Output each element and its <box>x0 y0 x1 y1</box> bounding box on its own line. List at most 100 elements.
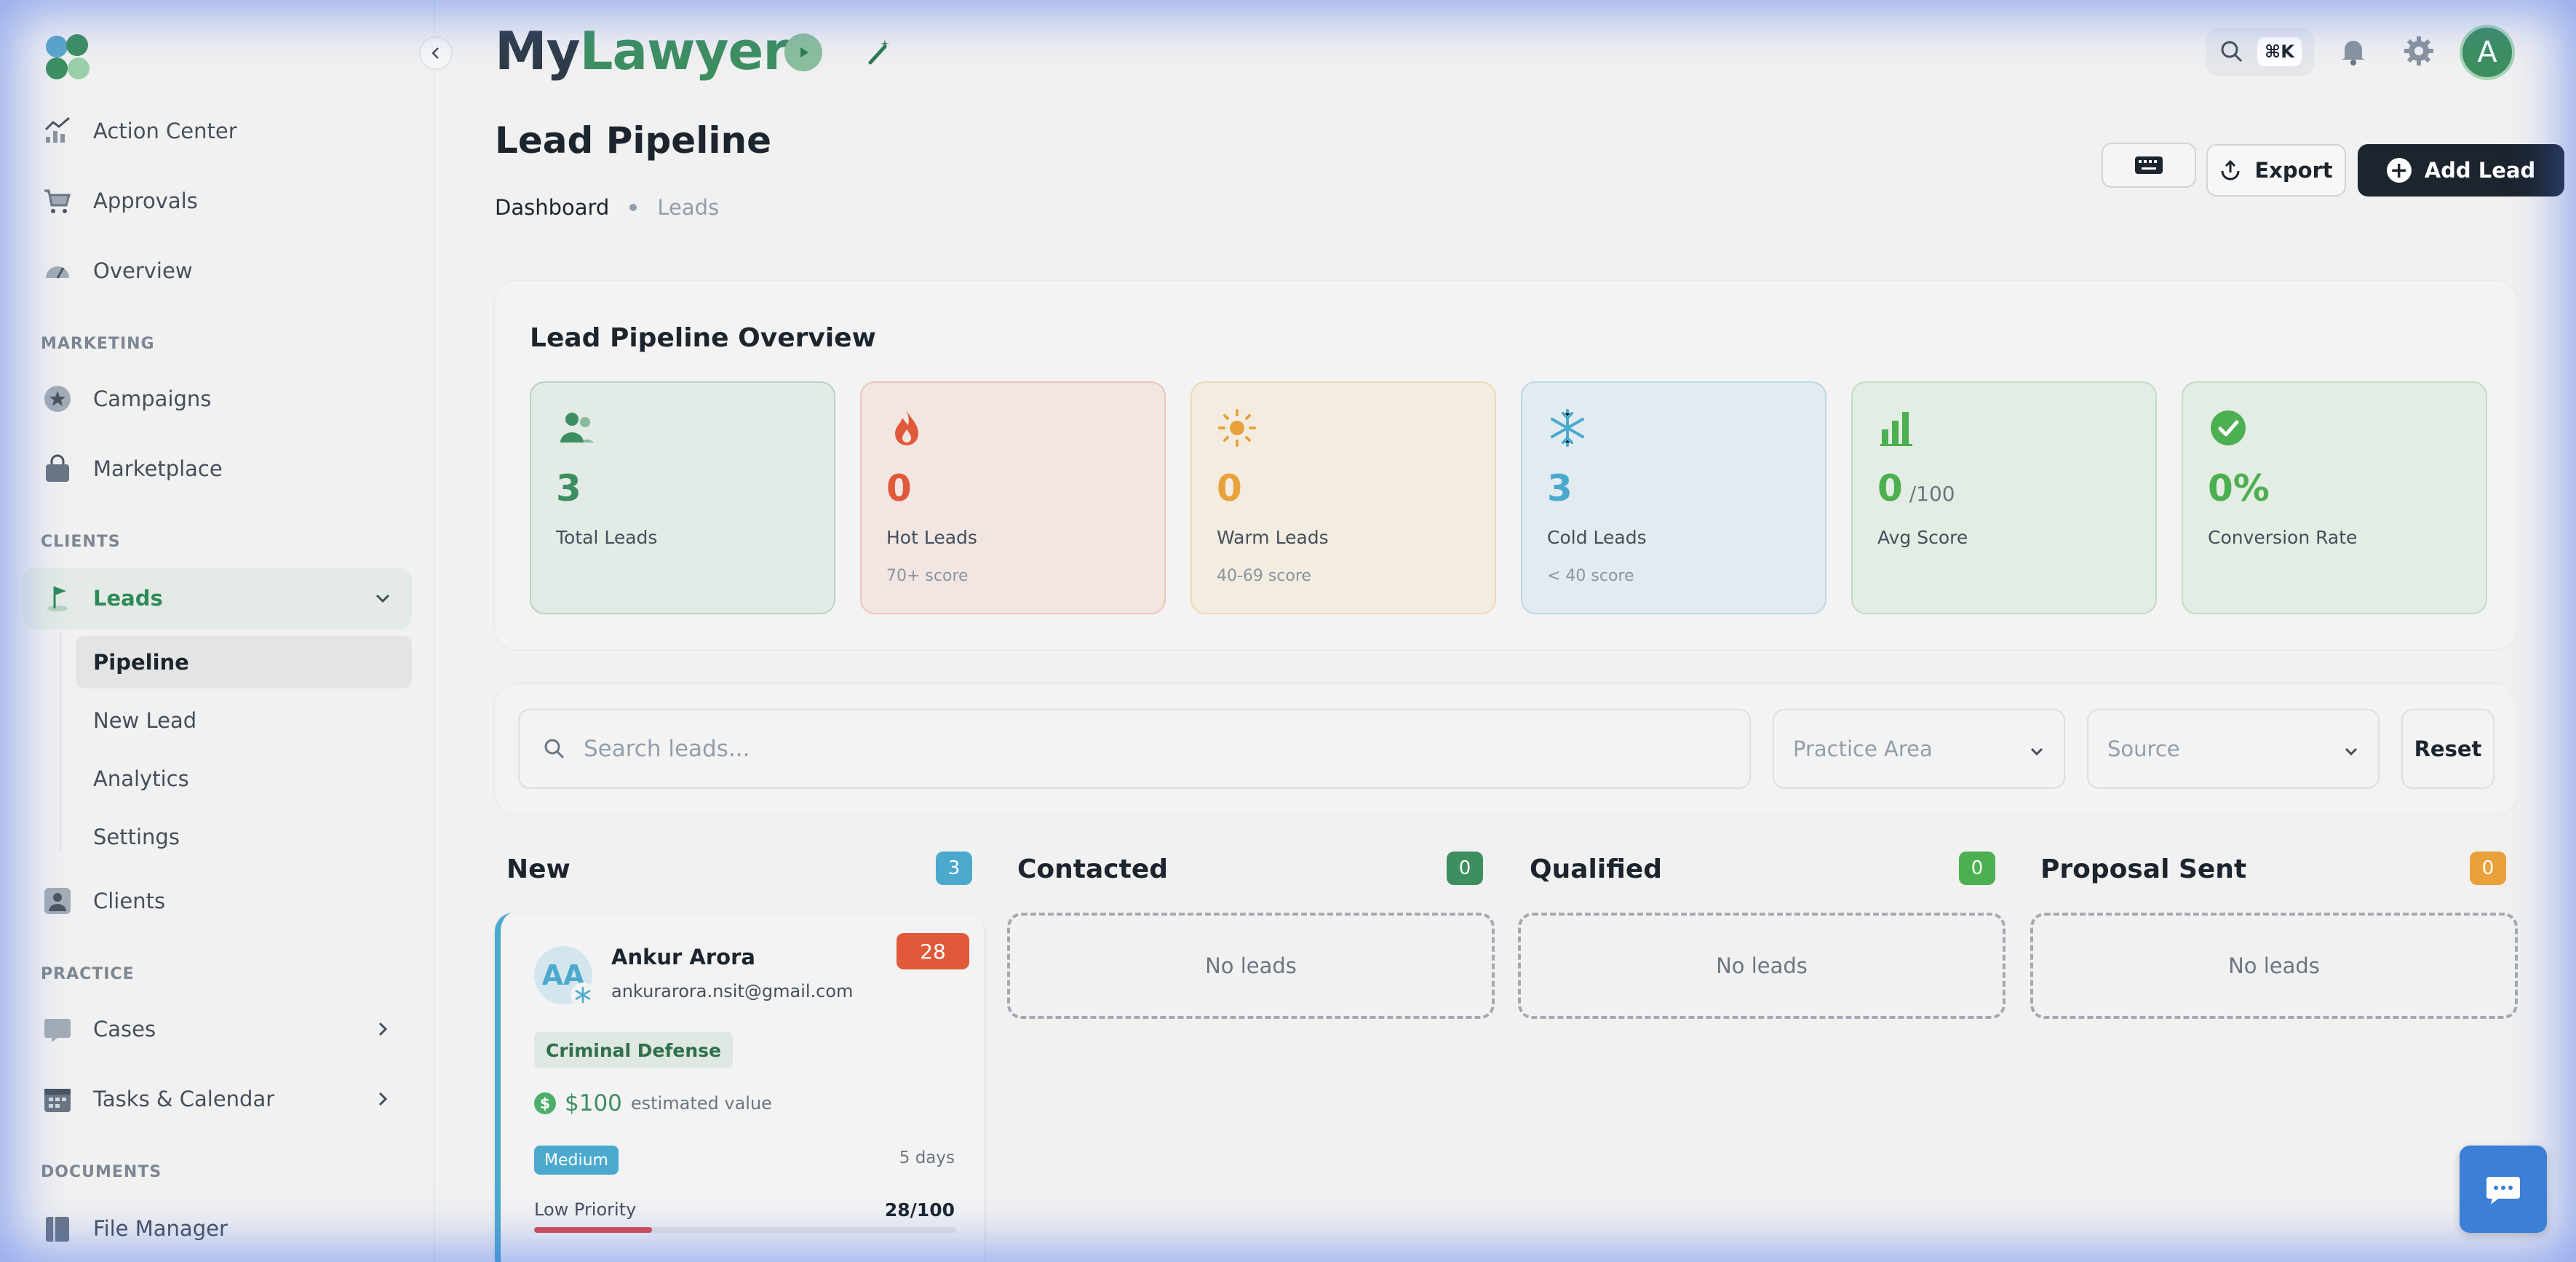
sidebar-item-file-manager[interactable]: File Manager <box>23 1198 412 1259</box>
keyboard-icon <box>2135 156 2163 174</box>
empty-column-contacted: No leads <box>1007 913 1495 1019</box>
lead-score-badge: 28 <box>897 933 969 969</box>
sidebar-item-label: Marketplace <box>93 456 223 481</box>
gear-icon[interactable] <box>2403 35 2435 67</box>
priority-progress-bar <box>534 1227 956 1233</box>
bag-icon <box>41 452 74 485</box>
chevron-right-icon[interactable] <box>370 1086 396 1112</box>
user-avatar[interactable]: A <box>2460 25 2515 80</box>
section-label-documents: DOCUMENTS <box>41 1163 162 1181</box>
chat-button[interactable] <box>2460 1146 2547 1233</box>
stat-value-number: 0% <box>2208 467 2270 509</box>
stat-card-cold-leads: 3 Cold Leads < 40 score <box>1521 381 1826 614</box>
sidebar-item-marketplace[interactable]: Marketplace <box>23 438 412 499</box>
sidebar-item-label: Tasks & Calendar <box>93 1087 275 1111</box>
plus-icon: + <box>2386 158 2412 183</box>
search-input[interactable]: Search leads... <box>518 709 1751 789</box>
lead-avatar: AA <box>534 946 595 1007</box>
sidebar-item-overview[interactable]: Overview <box>23 240 412 301</box>
collapse-sidebar-button[interactable] <box>419 36 453 70</box>
cart-icon <box>41 184 74 218</box>
check-icon <box>2208 408 2461 451</box>
sidebar-item-label: Action Center <box>93 119 237 143</box>
breadcrumb-dashboard[interactable]: Dashboard <box>495 195 609 220</box>
stat-value-number: 3 <box>1547 467 1573 509</box>
practice-area-select[interactable]: Practice Area <box>1773 709 2065 789</box>
stat-sublabel: < 40 score <box>1547 567 1634 585</box>
sidebar-item-cases[interactable]: Cases <box>23 999 412 1060</box>
column-header-new: New 3 <box>506 847 972 891</box>
sidebar-subitem-analytics[interactable]: Analytics <box>76 753 412 805</box>
brand-title: MyLawyer <box>495 20 789 82</box>
sidebar-item-leads[interactable]: Leads <box>23 568 412 629</box>
add-lead-button[interactable]: + Add Lead <box>2358 144 2564 197</box>
chevron-right-icon[interactable] <box>370 1016 396 1042</box>
source-select[interactable]: Source <box>2087 709 2380 789</box>
pipeline-overview-card: Lead Pipeline Overview 3 Total Leads 0 Hot … <box>495 281 2518 649</box>
sidebar-item-approvals[interactable]: Approvals <box>23 170 412 231</box>
search-placeholder: Search leads... <box>584 736 750 762</box>
stat-card-conversion-rate: 0% Conversion Rate <box>2182 381 2487 614</box>
sidebar-subitem-pipeline[interactable]: Pipeline <box>76 636 412 688</box>
global-search-button[interactable]: ⌘K <box>2206 28 2314 76</box>
priority-progress-fill <box>534 1227 653 1233</box>
sidebar-subitem-new-lead[interactable]: New Lead <box>76 694 412 747</box>
column-header-contacted: Contacted 0 <box>1017 847 1483 891</box>
stat-value-suffix: /100 <box>1902 482 1955 506</box>
stat-value-number: 0 <box>1217 467 1242 509</box>
column-title: Qualified <box>1530 854 1663 884</box>
sidebar-item-label: Leads <box>93 586 163 611</box>
sidebar-item-label: Campaigns <box>93 386 212 411</box>
export-button[interactable]: Export <box>2206 144 2346 197</box>
stat-value: 3 <box>1547 467 1800 509</box>
chevron-down-icon[interactable] <box>370 585 396 611</box>
column-count-badge: 3 <box>936 852 972 885</box>
reset-button[interactable]: Reset <box>2401 709 2494 789</box>
stat-sublabel: 70+ score <box>886 567 969 585</box>
sidebar-item-tasks-calendar[interactable]: Tasks & Calendar <box>23 1068 412 1130</box>
sidebar-item-label: Approvals <box>93 188 198 213</box>
practice-area-tag: Criminal Defense <box>534 1032 733 1068</box>
app-logo-icon[interactable] <box>41 31 96 86</box>
sun-icon <box>1217 408 1470 451</box>
file-icon <box>41 1212 74 1245</box>
chevron-down-icon <box>2030 747 2043 756</box>
bell-icon[interactable] <box>2337 35 2369 67</box>
chat-bubble-icon <box>2486 1177 2520 1205</box>
submenu-guide-line <box>60 633 61 852</box>
export-label: Export <box>2254 158 2333 183</box>
sidebar-item-clients[interactable]: Clients <box>23 870 412 932</box>
brand-lawyer: Lawyer <box>579 20 789 82</box>
sidebar-item-campaigns[interactable]: Campaigns <box>23 368 412 429</box>
sidebar-item-action-center[interactable]: Action Center <box>23 100 412 162</box>
section-label-clients: CLIENTS <box>41 533 121 551</box>
estimated-value-amount: $100 <box>565 1090 622 1116</box>
contact-icon <box>41 884 74 918</box>
stat-label: Conversion Rate <box>2208 527 2358 548</box>
empty-column-qualified: No leads <box>1518 913 2005 1019</box>
section-label-practice: PRACTICE <box>41 965 135 983</box>
export-icon <box>2221 159 2240 180</box>
stat-sublabel: 40-69 score <box>1217 567 1312 585</box>
breadcrumb-leads: Leads <box>657 195 720 220</box>
folder-icon <box>41 1012 74 1046</box>
lead-name: Ankur Arora <box>611 945 755 969</box>
users-icon <box>556 408 809 451</box>
sidebar-item-label: Clients <box>93 889 166 913</box>
magic-wand-icon[interactable] <box>863 36 895 68</box>
stat-value: 3 <box>556 467 809 509</box>
play-button[interactable] <box>784 33 822 71</box>
keyboard-shortcuts-button[interactable] <box>2102 143 2196 188</box>
breadcrumb: Dashboard Leads <box>495 195 719 220</box>
sidebar-item-label: Overview <box>93 258 193 283</box>
estimated-value-label: estimated value <box>630 1093 772 1114</box>
priority-label: Low Priority <box>534 1199 637 1220</box>
play-icon <box>800 47 808 57</box>
section-label-marketing: MARKETING <box>41 335 155 353</box>
bars-icon <box>1877 408 2131 451</box>
sidebar-item-label: File Manager <box>93 1216 228 1241</box>
sidebar-subitem-settings[interactable]: Settings <box>76 811 412 863</box>
lead-card[interactable]: AA Ankur Arora ankurarora.nsit@gmail.com… <box>495 913 984 1262</box>
stat-value-number: 3 <box>556 467 581 509</box>
fire-icon <box>886 408 1140 451</box>
